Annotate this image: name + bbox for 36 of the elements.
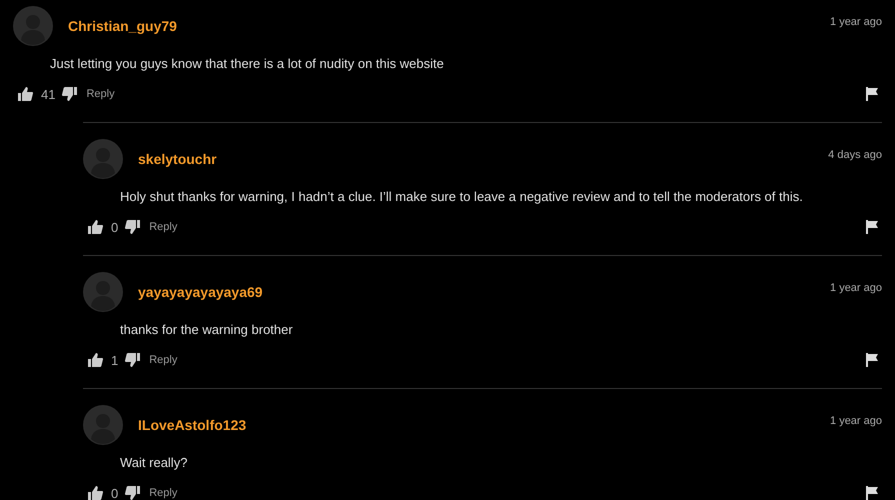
timestamp: 4 days ago bbox=[828, 149, 882, 161]
comment-text: Wait really? bbox=[120, 455, 188, 471]
comment-text: Just letting you guys know that there is a lot of nudity on this website bbox=[50, 56, 445, 72]
thumbs-up-icon[interactable] bbox=[88, 353, 103, 367]
avatar-icon bbox=[13, 6, 53, 46]
timestamp: 1 year ago bbox=[830, 16, 882, 28]
timestamp: 1 year ago bbox=[830, 415, 882, 427]
thumbs-down-icon[interactable] bbox=[125, 220, 140, 234]
reply-button[interactable]: Reply bbox=[86, 88, 115, 100]
avatar-icon bbox=[83, 272, 123, 312]
flag-icon[interactable] bbox=[866, 486, 878, 500]
thumbs-up-icon[interactable] bbox=[18, 87, 33, 101]
thumbs-up-icon[interactable] bbox=[88, 220, 103, 234]
username[interactable]: ILoveAstolfo123 bbox=[138, 417, 246, 433]
thumbs-down-icon[interactable] bbox=[125, 353, 140, 367]
flag-icon[interactable] bbox=[866, 87, 878, 101]
timestamp: 1 year ago bbox=[830, 282, 882, 294]
like-count: 0 bbox=[111, 220, 118, 234]
like-count: 41 bbox=[41, 86, 56, 102]
avatar-icon bbox=[83, 405, 123, 445]
reply-button[interactable]: Reply bbox=[149, 487, 178, 499]
thumbs-up-icon[interactable] bbox=[88, 486, 103, 500]
username[interactable]: yayayayayayaya69 bbox=[138, 284, 263, 300]
like-count: 0 bbox=[111, 486, 118, 500]
comment-text: Holy shut thanks for warning, I hadn’t a clue. I’ll make sure to leave a negative review and to tell the moderators of this. bbox=[120, 189, 804, 205]
avatar-icon bbox=[83, 139, 123, 179]
thumbs-down-icon[interactable] bbox=[62, 87, 78, 101]
username[interactable]: Christian_guy79 bbox=[68, 18, 177, 34]
flag-icon[interactable] bbox=[866, 220, 878, 234]
comment-text: thanks for the warning brother bbox=[120, 322, 294, 338]
thumbs-down-icon[interactable] bbox=[125, 486, 140, 500]
flag-icon[interactable] bbox=[866, 353, 878, 367]
username[interactable]: skelytouchr bbox=[138, 151, 217, 167]
reply-button[interactable]: Reply bbox=[149, 354, 178, 366]
like-count: 1 bbox=[111, 352, 118, 368]
reply-button[interactable]: Reply bbox=[149, 221, 178, 233]
